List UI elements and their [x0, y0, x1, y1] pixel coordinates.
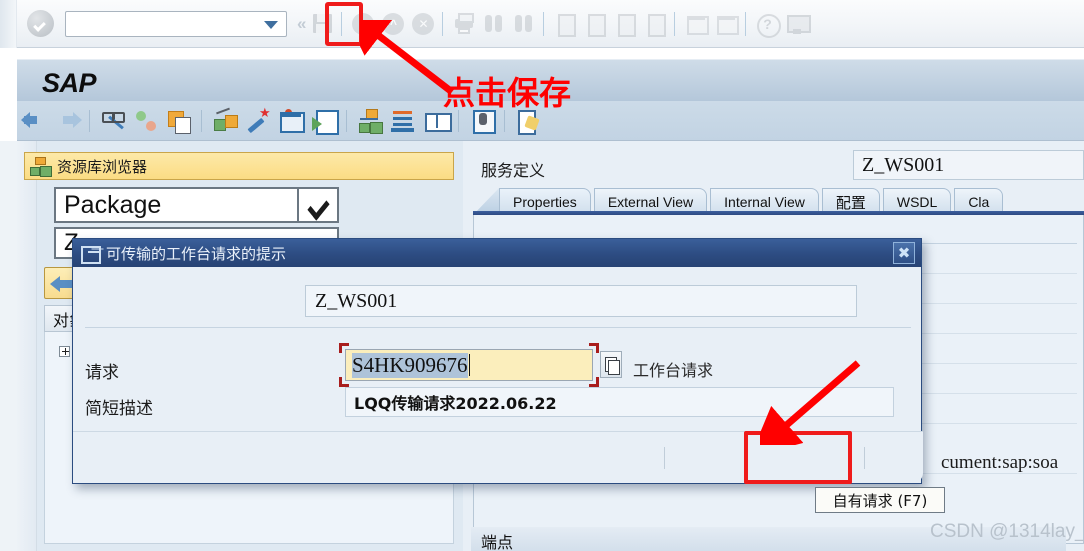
create-session-icon[interactable]: [682, 9, 710, 39]
description-value: LQQ传输请求2022.06.22: [354, 394, 557, 413]
wizard-icon[interactable]: [244, 105, 274, 136]
find-icon[interactable]: [480, 9, 508, 39]
request-value-help-icon[interactable]: [600, 351, 622, 378]
window-left-edge: [0, 141, 17, 551]
dialog-footer-curve: [193, 431, 363, 461]
panel-gutter: [17, 141, 37, 551]
toolbar-divider: [201, 109, 202, 132]
dialog-prompt-icon: [81, 245, 101, 264]
activate-icon[interactable]: [310, 106, 340, 136]
object-type-select[interactable]: Package: [54, 187, 339, 223]
dialog-title: 可传输的工作台请求的提示: [106, 244, 287, 263]
toolbar-divider: [543, 11, 545, 36]
next-page-icon[interactable]: [611, 9, 639, 39]
repository-browser-header: 资源库浏览器: [24, 152, 454, 180]
save-button-highlight-annotation: [325, 2, 363, 46]
service-definition-label: 服务定义: [481, 161, 546, 180]
previous-page-icon[interactable]: [581, 9, 609, 39]
close-icon[interactable]: ✖: [893, 242, 915, 264]
stack-icon[interactable]: [389, 106, 419, 136]
chevron-down-icon[interactable]: [297, 189, 337, 221]
help-icon[interactable]: [753, 9, 782, 39]
command-field[interactable]: [65, 10, 287, 37]
tooltip-text: 自有请求 (F7): [832, 491, 928, 510]
copy-object-icon[interactable]: [165, 106, 195, 136]
system-toolbar: « « ^ ✕: [0, 0, 1084, 48]
toolbar-divider: [745, 11, 747, 36]
hierarchy-icon: [30, 157, 50, 176]
dialog-button-divider: [864, 447, 865, 469]
description-label: 简短描述: [85, 399, 153, 419]
forward-arrow-icon[interactable]: [53, 106, 83, 136]
toolbar-left-strip: [0, 0, 17, 48]
first-page-icon[interactable]: [551, 9, 579, 39]
ok-icon[interactable]: [27, 10, 54, 37]
other-object-icon[interactable]: [211, 106, 241, 136]
hierarchy-icon[interactable]: [356, 106, 386, 136]
customize-layout-icon[interactable]: [783, 9, 812, 39]
toolbar-divider: [346, 109, 347, 132]
own-requests-arrow-annotation: [760, 360, 861, 445]
find-next-icon[interactable]: [510, 9, 538, 39]
expand-icon[interactable]: [59, 346, 70, 357]
chevron-down-icon[interactable]: [264, 20, 278, 29]
watermark: CSDN @1314lay_1007: [930, 521, 1084, 542]
save-annotation-text: 点击保存: [443, 74, 572, 112]
dialog-object-field[interactable]: Z_WS001: [305, 285, 857, 317]
toolbar-divider: [89, 109, 90, 132]
endpoint-section-label: 端点: [481, 533, 514, 551]
service-definition-value: Z_WS001: [862, 153, 945, 176]
text-caret: [468, 354, 470, 376]
repository-browser-title: 资源库浏览器: [57, 157, 148, 176]
service-definition-field[interactable]: Z_WS001: [853, 150, 1084, 180]
printer-object-icon[interactable]: [277, 106, 307, 136]
own-requests-tooltip: 自有请求 (F7): [815, 487, 945, 513]
sap-logo: SAP: [42, 68, 97, 98]
namespace-value: cument:sap:soa: [941, 452, 1059, 473]
dialog-button-divider: [664, 447, 665, 469]
object-type-select-value: Package: [64, 190, 162, 219]
where-used-icon[interactable]: [132, 106, 162, 136]
dialog-divider: [85, 327, 911, 328]
dialog-object-value: Z_WS001: [315, 289, 398, 312]
display-change-icon[interactable]: [99, 106, 129, 136]
request-input-value: S4HK909676: [352, 352, 468, 378]
request-label: 请求: [85, 363, 119, 383]
toolbar-divider: [674, 11, 676, 36]
request-type-hint: 工作台请求: [633, 361, 714, 380]
request-input[interactable]: S4HK909676: [345, 349, 593, 381]
collapse-icon[interactable]: «: [297, 14, 306, 34]
back-arrow-icon[interactable]: [20, 106, 50, 136]
dialog-title-bar: 可传输的工作台请求的提示 ✖: [73, 239, 921, 267]
create-shortcut-icon[interactable]: [712, 9, 740, 39]
last-page-icon[interactable]: [641, 9, 669, 39]
